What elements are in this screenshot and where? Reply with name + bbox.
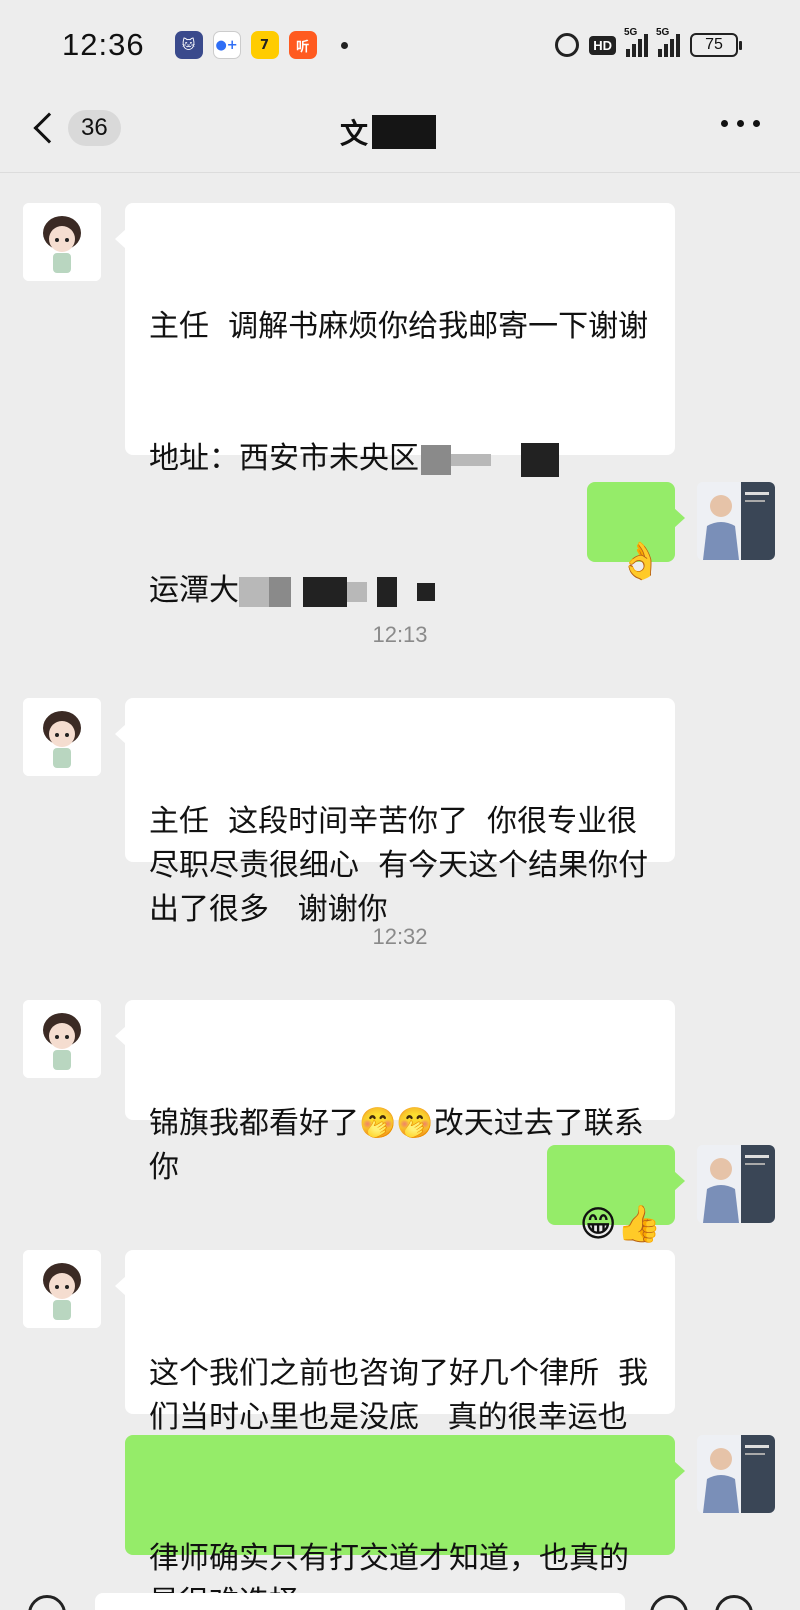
more-options-button[interactable] — [721, 120, 760, 127]
listen-app-icon: 听 — [288, 31, 317, 59]
message-bubble-incoming[interactable]: 主任 调解书麻烦你给我邮寄一下谢谢 地址：西安市未央区 运潭大 — [115, 203, 675, 739]
girl-avatar-icon — [23, 698, 101, 776]
my-avatar[interactable] — [697, 1145, 775, 1223]
thinking-emoji: 🤭🤭 — [359, 1106, 434, 1141]
ok-hand-emoji: 👌 — [618, 541, 663, 582]
unread-count-badge: 36 — [68, 110, 121, 146]
chat-header: 36 文 — [0, 90, 800, 170]
chat-title: 文 — [340, 112, 437, 152]
message-text: 主任 调解书麻烦你给我邮寄一下谢谢 — [149, 309, 649, 344]
message-bubble-outgoing[interactable]: 👌 — [587, 482, 685, 582]
address-line-1: 地址：西安市未央区 — [149, 437, 651, 481]
girl-avatar-icon — [23, 1250, 101, 1328]
battery-icon: 75 — [690, 33, 742, 57]
system-status: HD 5G 5G 75 — [555, 27, 742, 57]
message-timestamp: 12:32 — [372, 924, 428, 949]
message-text: 主任 这段时间辛苦你了 你很专业很尽职尽责很细心 有今天这个结果你付出了很多 谢… — [149, 804, 649, 927]
contact-avatar[interactable] — [23, 1250, 101, 1328]
notification-app-icons: 🐱 ●+ 7 听 — [174, 31, 348, 59]
meeting-app-icon: ●+ — [212, 31, 241, 59]
girl-avatar-icon — [23, 203, 101, 281]
status-bar: 12:36 🐱 ●+ 7 听 HD 5G 5G 75 — [0, 0, 800, 90]
emoji-button-icon[interactable] — [650, 1595, 688, 1610]
message-bubble-incoming[interactable]: 锦旗我都看好了🤭🤭改天过去了联系你 — [115, 1000, 675, 1185]
add-button-icon[interactable] — [715, 1595, 753, 1610]
message-bubble-outgoing[interactable]: 律师确实只有打交道才知道，也真的是很难选择。 — [125, 1435, 685, 1610]
lawyer-avatar-icon — [697, 482, 775, 560]
message-timestamp: 12:13 — [372, 622, 428, 647]
hd-icon: HD — [589, 35, 616, 55]
my-avatar[interactable] — [697, 482, 775, 560]
grin-thumbsup-emoji: 😁👍 — [579, 1204, 662, 1245]
lawyer-avatar-icon — [697, 1435, 775, 1513]
contact-avatar[interactable] — [23, 698, 101, 776]
header-divider — [0, 172, 800, 173]
my-avatar[interactable] — [697, 1435, 775, 1513]
signal-icon-2: 5G — [656, 27, 680, 57]
message-bubble-incoming[interactable]: 这个我们之前也咨询了好几个律所 我们当时心里也是没底 真的很幸运也很庆幸最终和你… — [115, 1250, 675, 1479]
redacted-name — [372, 115, 437, 149]
input-bar — [0, 1585, 800, 1610]
voice-input-icon[interactable] — [28, 1595, 66, 1610]
back-button[interactable]: 36 — [30, 110, 121, 146]
message-input[interactable] — [95, 1593, 625, 1610]
more-notifications-dot — [340, 41, 348, 49]
address-line-2: 运潭大 — [149, 569, 651, 613]
cat-app-icon: 🐱 — [174, 31, 203, 59]
duck-app-icon: 7 — [250, 31, 279, 59]
back-chevron-icon — [33, 112, 65, 144]
alarm-icon — [555, 33, 580, 57]
contact-avatar[interactable] — [23, 1000, 101, 1078]
signal-icon: 5G — [624, 27, 648, 57]
girl-avatar-icon — [23, 1000, 101, 1078]
contact-avatar[interactable] — [23, 203, 101, 281]
message-bubble-incoming[interactable]: 主任 这段时间辛苦你了 你很专业很尽职尽责很细心 有今天这个结果你付出了很多 谢… — [115, 698, 675, 927]
message-bubble-outgoing[interactable]: 😁👍 — [547, 1145, 685, 1245]
lawyer-avatar-icon — [697, 1145, 775, 1223]
status-time: 12:36 — [62, 27, 145, 62]
chat-title-text: 文 — [340, 117, 369, 150]
